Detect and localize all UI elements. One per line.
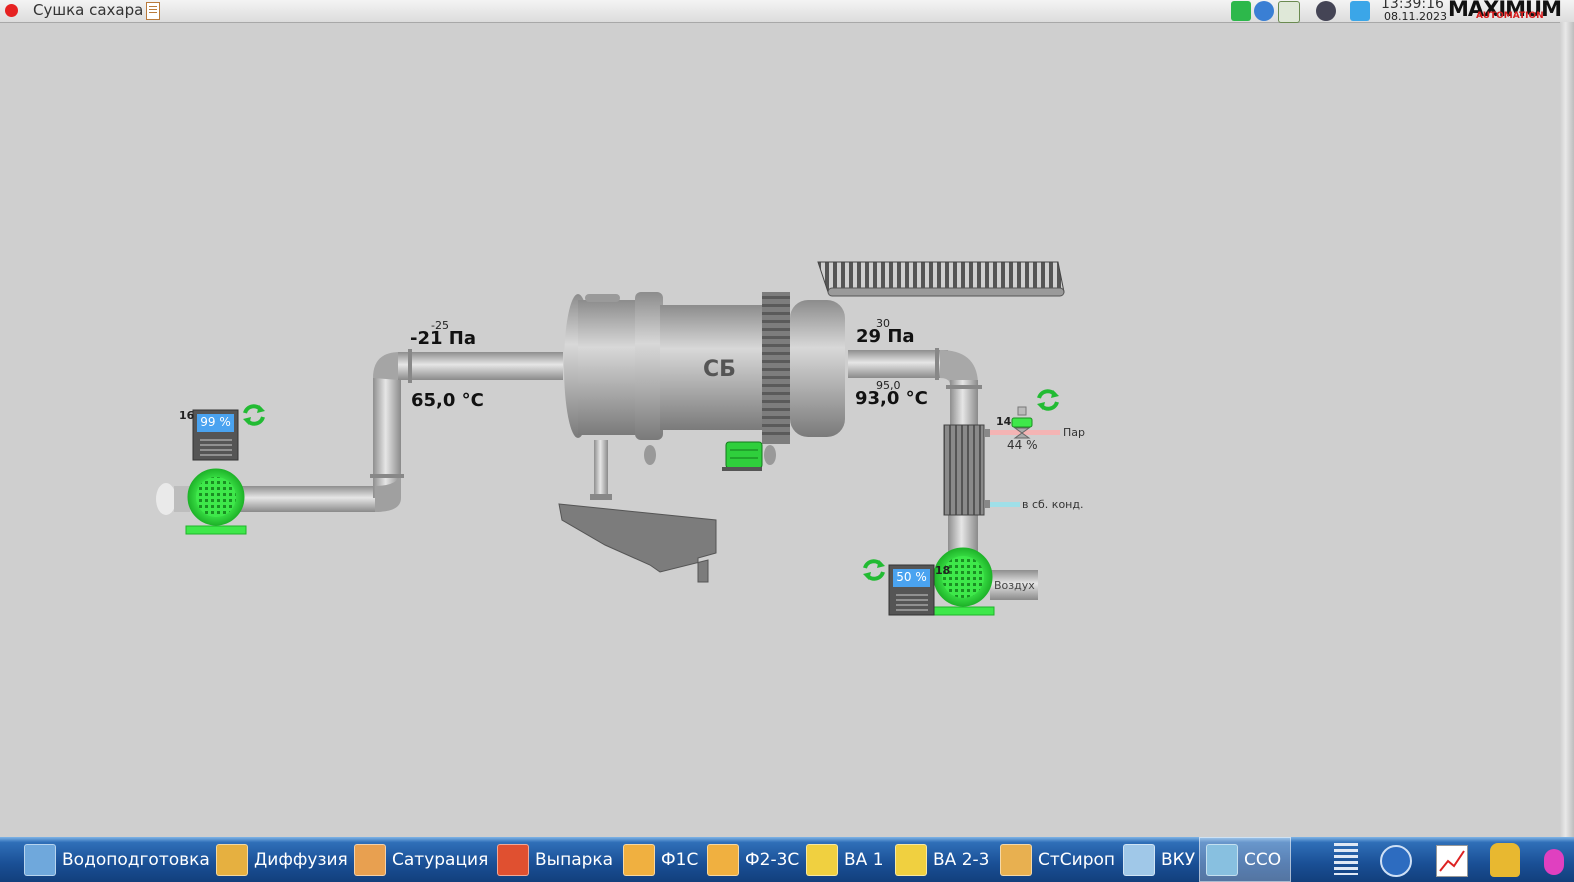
menu-list-icon[interactable] [1334,843,1358,875]
task-viparka[interactable]: Выпарка [497,837,613,882]
fan-18-number: 18 [935,564,951,577]
vku-icon [1123,843,1155,876]
task-label: СтСироп [1038,849,1115,870]
task-f1s[interactable]: Ф1С [623,837,698,882]
task-f2-3s[interactable]: Ф2-3С [707,837,799,882]
outlet-pressure[interactable]: 29 Па [856,326,915,347]
syrup-icon [1000,843,1032,876]
task-vku[interactable]: ВКУ [1123,837,1195,882]
vacuum-apparatus-icon [895,843,927,876]
task-label: Водоподготовка [62,849,210,870]
fan-16-number: 16 [179,409,195,422]
fan-16[interactable] [156,468,247,535]
task-label: Ф2-3С [745,849,800,870]
task-label: Диффузия [254,849,348,870]
task-stsirop[interactable]: СтСироп [1000,837,1115,882]
task-label: Сатурация [392,849,489,870]
task-va1[interactable]: ВА 1 [806,837,884,882]
engineer-icon[interactable] [1490,843,1520,877]
water-treatment-icon [24,843,56,876]
valve-14-number: 14 [996,415,1012,428]
discharge-chute [558,503,717,583]
filter-icon [623,843,655,876]
task-diffuziya[interactable]: Диффузия [216,837,348,882]
evaporation-icon [497,843,529,876]
drum-motor[interactable] [722,441,763,471]
drying-icon [1206,843,1238,876]
fan-16-speed: 99 % [200,415,231,429]
process-mimic [156,261,1065,616]
task-label: Ф1С [661,849,699,870]
task-label: ССО [1244,849,1282,870]
inlet-pressure[interactable]: -21 Па [410,328,476,349]
air-label: Воздух [994,579,1035,592]
touch-hand-icon[interactable] [1544,849,1564,875]
task-vodopodgotovka[interactable]: Водоподготовка [24,837,210,882]
steam-label: Пар [1063,426,1085,439]
dryer-label: СБ [703,357,736,382]
task-label: ВКУ [1161,849,1196,870]
filter-icon [707,843,739,876]
taskbar: Водоподготовка Диффузия Сатурация Выпарк… [0,837,1574,882]
inlet-temperature[interactable]: 65,0 °C [411,390,484,411]
task-label: ВА 2-3 [933,849,990,870]
outlet-temperature[interactable]: 93,0 °C [855,388,928,409]
condensate-label: в сб. конд. [1022,498,1084,511]
inlet-duct [240,349,563,512]
task-va2-3[interactable]: ВА 2-3 [895,837,989,882]
saturation-icon [354,843,386,876]
task-sso[interactable]: ССО [1199,837,1291,882]
auto-mode-icon-valve-14[interactable] [1037,389,1059,411]
fan-18-speed: 50 % [896,570,927,584]
auto-mode-icon-fan-16[interactable] [243,404,265,426]
diffusion-icon [216,843,248,876]
settings-gear-icon[interactable] [1380,845,1412,877]
auto-mode-icon-fan-18[interactable] [863,559,885,581]
vacuum-apparatus-icon [806,843,838,876]
task-saturaciya[interactable]: Сатурация [354,837,488,882]
belt-conveyor [817,261,1065,297]
task-label: Выпарка [535,849,614,870]
task-label: ВА 1 [844,849,884,870]
valve-14-opening: 44 % [1007,438,1038,452]
trend-chart-icon[interactable] [1436,845,1468,877]
dryer-drum [564,292,845,500]
